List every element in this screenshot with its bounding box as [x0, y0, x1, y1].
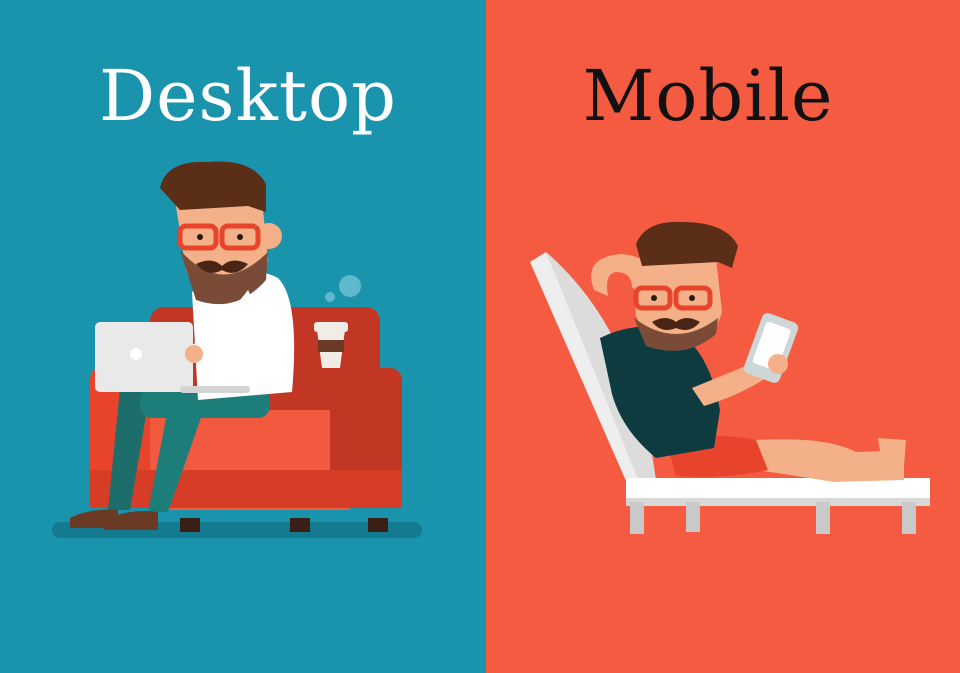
comparison-illustration: Desktop Mobile	[0, 0, 960, 673]
desktop-scene	[52, 161, 422, 538]
smartphone	[743, 313, 799, 383]
mobile-scene	[530, 221, 930, 534]
mobile-panel: Mobile	[486, 0, 960, 673]
desktop-panel: Desktop	[0, 0, 486, 673]
steam-bubble	[339, 275, 361, 297]
steam-bubble	[325, 292, 335, 302]
mobile-character-head	[632, 221, 738, 351]
hand	[768, 354, 788, 374]
